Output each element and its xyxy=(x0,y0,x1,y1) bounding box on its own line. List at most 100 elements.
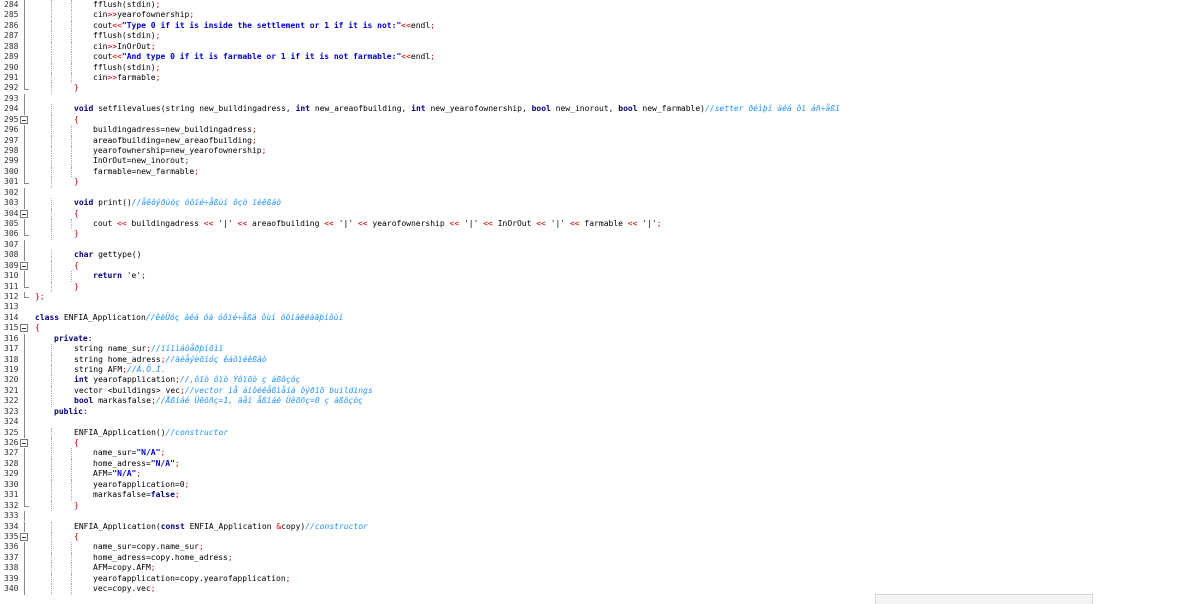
code-line[interactable]: 323 public: xyxy=(0,406,1200,418)
code-line[interactable]: 308 char gettype() xyxy=(0,250,1200,261)
code-line[interactable]: 332} xyxy=(0,500,1200,512)
code-token: farmable xyxy=(579,219,628,229)
code-line[interactable]: 326{ xyxy=(0,438,1200,449)
code-line[interactable]: 287 fflush(stdin); xyxy=(0,31,1200,42)
operator: ; xyxy=(194,166,199,176)
code-line[interactable]: 286 cout<<"Type 0 if it is inside the set… xyxy=(0,20,1200,32)
code-line[interactable]: 298 yearofownership=new_yearofownership; xyxy=(0,146,1200,157)
collapse-toggle-icon[interactable] xyxy=(20,439,28,448)
collapse-toggle-icon[interactable] xyxy=(20,532,28,541)
code-line[interactable]: 284 fflush(stdin); xyxy=(0,0,1200,11)
fold-guide xyxy=(24,427,25,439)
collapse-toggle-icon[interactable] xyxy=(20,209,28,218)
indent-guide xyxy=(71,219,72,230)
code-line[interactable]: 301} xyxy=(0,177,1200,188)
indent-guide xyxy=(71,479,72,491)
fold-end-marker xyxy=(24,88,29,90)
collapse-toggle-icon[interactable] xyxy=(20,261,28,270)
code-line[interactable]: 318 string home_adress;//äéåýèõíóç êáôïéê… xyxy=(0,354,1200,366)
code-token: endl xyxy=(410,20,431,30)
code-line[interactable]: 340 vec=copy.vec; xyxy=(0,584,1200,595)
code-text: AFM=copy.AFM; xyxy=(93,563,156,573)
indent-guide xyxy=(71,271,72,282)
code-line[interactable]: 316 private: xyxy=(0,333,1200,345)
code-line[interactable]: 294 void setfilevalues(string new_buildin… xyxy=(0,104,1200,115)
code-token: yearofownership xyxy=(367,219,450,229)
code-token: cout xyxy=(93,219,118,229)
code-line[interactable]: 296 buildingadress=new_buildingadress; xyxy=(0,125,1200,136)
indent-guide xyxy=(71,552,72,564)
code-line[interactable]: 299 InOrOut=new_inorout; xyxy=(0,156,1200,167)
code-line[interactable]: 302 xyxy=(0,187,1200,199)
code-line[interactable]: 293 xyxy=(0,93,1200,105)
fold-guide xyxy=(24,385,25,397)
code-line[interactable]: 339 yearofapplication=copy.yearofapplicat… xyxy=(0,573,1200,585)
code-token: ENFIA_Application xyxy=(59,312,146,322)
code-token: '|' xyxy=(545,219,570,229)
code-line[interactable]: 313 xyxy=(0,302,1200,312)
indent-guide xyxy=(51,135,52,146)
indent-guide xyxy=(71,458,72,470)
code-editor[interactable]: 284 fflush(stdin); 285 cin>>yearofownership… xyxy=(0,0,1200,604)
code-line[interactable]: 310 return 'e'; xyxy=(0,271,1200,282)
code-line[interactable]: 291 cin>>farmable; xyxy=(0,73,1200,84)
code-text: public: xyxy=(54,407,88,417)
indent-guide xyxy=(51,250,52,261)
code-line[interactable]: 321 vector <buildings> vec;//vector ìå áí… xyxy=(0,385,1200,397)
code-line[interactable]: 311} xyxy=(0,281,1200,293)
indent-guide xyxy=(51,552,52,564)
code-line[interactable]: 307 xyxy=(0,239,1200,251)
code-line[interactable]: 297 areaofbuilding=new_areaofbuilding; xyxy=(0,135,1200,146)
code-line[interactable]: 306} xyxy=(0,229,1200,240)
code-line[interactable]: 292} xyxy=(0,83,1200,94)
code-line[interactable]: 289 cout<<"And type 0 if it is farmable o… xyxy=(0,52,1200,63)
code-line[interactable]: 334 ENFIA_Application(const ENFIA_Applica… xyxy=(0,521,1200,532)
code-line[interactable]: 329 AFM="N/A"; xyxy=(0,469,1200,480)
code-line[interactable]: 327 name_sur="N/A"; xyxy=(0,448,1200,459)
code-line[interactable]: 333 xyxy=(0,511,1200,522)
code-line[interactable]: 338 AFM=copy.AFM; xyxy=(0,563,1200,574)
code-line[interactable]: 312}; xyxy=(0,292,1200,302)
operator: >> xyxy=(107,73,118,82)
code-line[interactable]: 303 void print()//åêôýðùóç óôïé÷åßùí ôçò … xyxy=(0,198,1200,209)
code-line[interactable]: 330 yearofapplication=0; xyxy=(0,479,1200,491)
code-line[interactable]: 325 ENFIA_Application()//constructor xyxy=(0,427,1200,439)
code-line[interactable]: 300 farmable=new_farmable; xyxy=(0,166,1200,178)
code-text: int yearofapplication;//,ôïò ôïò Ýôïõò ç… xyxy=(74,375,300,385)
code-line[interactable]: 314 class ENFIA_Application//êëÜóç áéá ôá… xyxy=(0,313,1200,323)
collapse-toggle-icon[interactable] xyxy=(20,115,28,124)
indent-guide xyxy=(71,73,72,84)
code-line[interactable]: 305 cout << buildingadress << '|' << area… xyxy=(0,219,1200,230)
code-line[interactable]: 336 name_sur=copy.name_sur; xyxy=(0,542,1200,553)
collapse-toggle-icon[interactable] xyxy=(20,324,28,333)
code-line[interactable]: 309{ xyxy=(0,260,1200,272)
indent-guide xyxy=(51,73,52,84)
code-line[interactable]: 335{ xyxy=(0,531,1200,543)
code-line[interactable]: 337 home_adress=copy.home_adress; xyxy=(0,552,1200,564)
operator: ; xyxy=(285,573,291,583)
code-line[interactable]: 295{ xyxy=(0,114,1200,126)
code-line[interactable]: 290 fflush(stdin); xyxy=(0,62,1200,73)
code-token: endl xyxy=(410,52,431,62)
code-line[interactable]: 285 cin>>yearofownership; xyxy=(0,10,1200,21)
indent-guide xyxy=(71,10,72,21)
fold-guide xyxy=(24,354,25,366)
code-token: gettype() xyxy=(93,250,142,260)
code-token: yearofapplication=0 xyxy=(93,479,185,489)
code-line[interactable]: 320 int yearofapplication;//,ôïò ôïò Ýôïõ… xyxy=(0,375,1200,386)
code-line[interactable]: 322 bool markasfalse;//Åßíáé Üêõñç=1, äåí… xyxy=(0,396,1200,407)
code-line[interactable]: 288 cin>>InOrOut; xyxy=(0,41,1200,53)
code-line[interactable]: 319 string AFM;//Á.Ö.Ì. xyxy=(0,365,1200,376)
code-line[interactable]: 317 string name_sur;//ïíïìáôåðþíõìï xyxy=(0,344,1200,355)
code-text: } xyxy=(74,83,79,93)
horizontal-scrollbar-thumb[interactable] xyxy=(875,594,1093,604)
code-line[interactable]: 315{ xyxy=(0,323,1200,333)
code-line[interactable]: 331 markasfalse=false; xyxy=(0,490,1200,501)
fold-guide xyxy=(24,479,25,491)
code-line[interactable]: 328 home_adress="N/A"; xyxy=(0,458,1200,470)
code-text: void setfilevalues(string new_buildingad… xyxy=(74,104,840,114)
code-line[interactable]: 324 xyxy=(0,417,1200,428)
string-literal: "Type 0 if it is inside the settlement o… xyxy=(121,20,402,30)
code-line[interactable]: 304{ xyxy=(0,208,1200,220)
operator: ; xyxy=(150,584,156,594)
